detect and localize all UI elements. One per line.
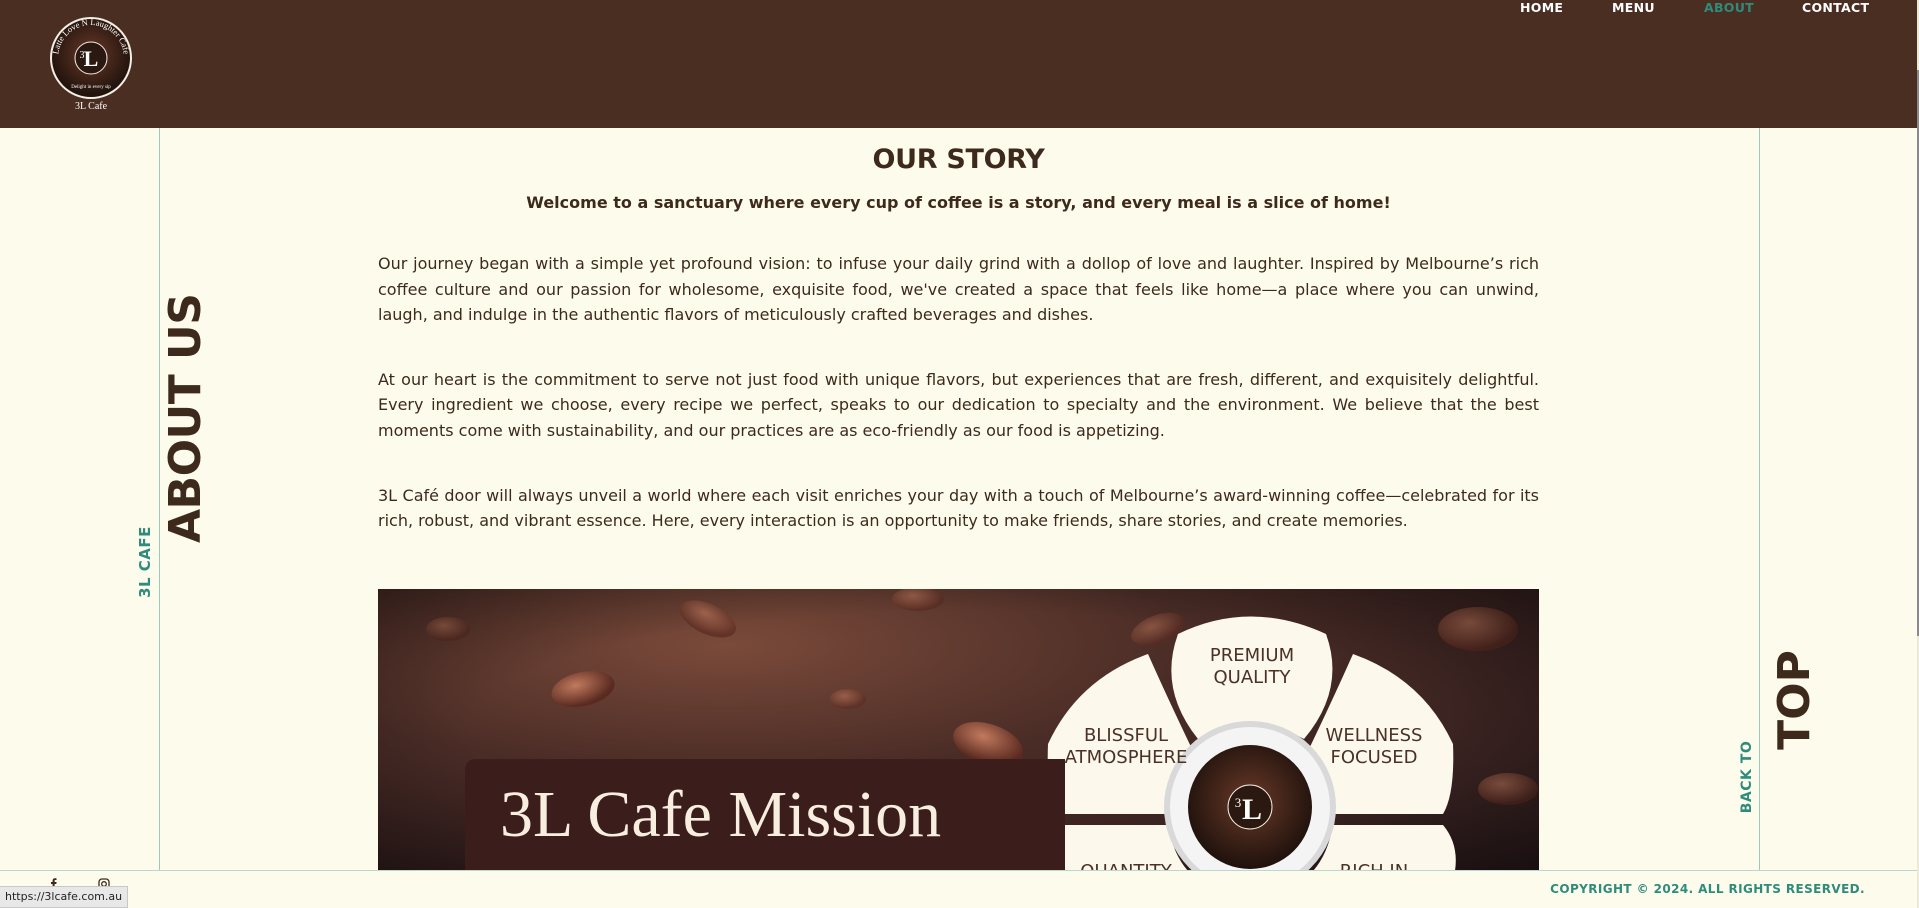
petal-wellness-focused: WELLNESS FOCUSED [1325,725,1423,768]
story-paragraph: At our heart is the commitment to serve … [378,369,1539,440]
nav-menu[interactable]: MENU [1612,0,1655,15]
right-guide-line [1759,128,1760,870]
copyright-text: COPYRIGHT © 2024. ALL RIGHTS RESERVED. [1550,882,1865,896]
welcome-text: Welcome to a sanctuary where every cup o… [526,193,1391,212]
story-paragraph: Our journey began with a simple yet prof… [378,254,1539,325]
site-footer: COPYRIGHT © 2024. ALL RIGHTS RESERVED. [0,870,1917,908]
petal-premium-quality: PREMIUM QUALITY [1209,645,1295,688]
brand-label: 3L CAFE [136,526,154,598]
status-bar-url: https://3lcafe.com.au [0,886,129,908]
mission-title: 3L Cafe Mission [500,778,942,851]
nav-contact[interactable]: CONTACT [1802,0,1869,15]
cafe-logo[interactable]: L 3 Latte Love N Laughter Cafe Delight i… [48,14,134,112]
nav-home[interactable]: HOME [1520,0,1563,15]
petal-blissful-atmosphere: BLISSFUL ATMOSPHERE [1064,725,1188,768]
about-content: OUR STORY Welcome to a sanctuary where e… [378,128,1539,534]
story-paragraph: 3L Café door will always unveil a world … [378,485,1539,531]
svg-text:3L Cafe: 3L Cafe [75,101,108,112]
section-label-about-us: ABOUT US [160,293,211,543]
site-header: L 3 Latte Love N Laughter Cafe Delight i… [0,0,1917,128]
svg-text:L: L [84,46,99,71]
svg-text:Delight in every sip: Delight in every sip [71,85,111,90]
back-to-label[interactable]: BACK TO [1737,727,1757,827]
mission-image: L 3 3L Cafe Mission PREMIUM QUALITY BLIS… [378,589,1539,871]
svg-text:3: 3 [80,50,85,61]
nav-about[interactable]: ABOUT [1704,0,1754,15]
svg-text:3: 3 [1235,795,1242,810]
page-title: OUR STORY [872,144,1045,175]
svg-text:L: L [1242,793,1262,826]
back-to-top-link[interactable]: TOP [1769,645,1820,755]
